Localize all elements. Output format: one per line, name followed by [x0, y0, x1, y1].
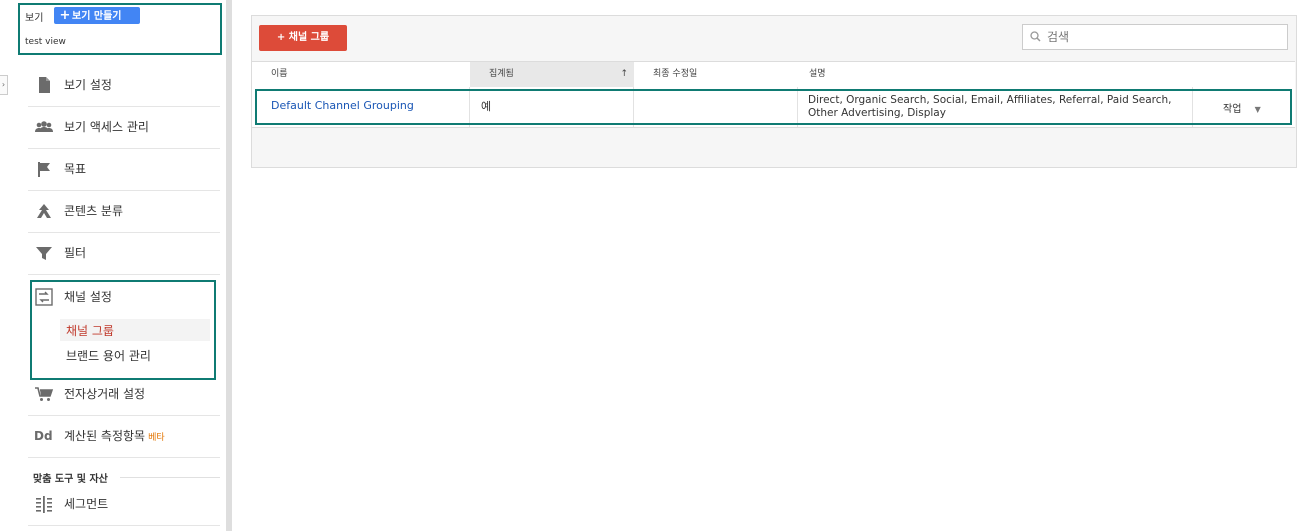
sidebar-subitem-channel-groups[interactable]: 채널 그룹	[66, 322, 114, 339]
section-divider	[120, 477, 220, 478]
sidebar-item-label: 목표	[64, 162, 87, 176]
sort-ascending-icon: ↑	[620, 69, 628, 79]
sidebar-item-view-settings[interactable]: 보기 설정	[28, 64, 220, 107]
segment-icon	[36, 496, 52, 513]
flag-icon	[38, 162, 50, 177]
create-view-button[interactable]: + 보기 만들기	[54, 7, 140, 24]
view-name: test view	[25, 37, 66, 47]
dd-icon: Dd	[34, 429, 53, 443]
search-input[interactable]	[1045, 27, 1281, 47]
sidebar-subitem-brand-terms[interactable]: 브랜드 용어 관리	[66, 347, 151, 364]
beta-badge: 베타	[148, 433, 165, 443]
column-header-description[interactable]: 설명	[790, 62, 1190, 87]
column-header-aggregated[interactable]: 집계됨 ↑	[470, 62, 634, 87]
sidebar-item-label: 보기 액세스 관리	[64, 120, 149, 134]
users-icon	[35, 121, 53, 132]
search-box[interactable]	[1022, 24, 1288, 50]
sidebar-item-channel-settings[interactable]: 채널 설정	[28, 284, 208, 310]
search-icon	[1030, 31, 1041, 42]
cart-icon	[35, 387, 54, 401]
document-icon	[39, 77, 50, 93]
column-header-name[interactable]: 이름	[252, 62, 470, 87]
sidebar-item-ecommerce[interactable]: 전자상거래 설정	[28, 373, 220, 416]
sidebar-item-label: 채널 설정	[64, 290, 112, 304]
channel-settings-icon	[35, 288, 53, 306]
sidebar-item-label: 계산된 측정항목	[64, 429, 146, 443]
filter-icon	[36, 247, 52, 260]
sidebar-item-view-access[interactable]: 보기 액세스 관리	[28, 106, 220, 149]
sidebar-item-content-grouping[interactable]: 콘텐츠 분류	[28, 190, 220, 233]
sidebar-item-goals[interactable]: 목표	[28, 148, 220, 191]
sidebar-item-segments[interactable]: 세그먼트	[28, 483, 220, 526]
content-grouping-icon	[37, 204, 51, 218]
plus-icon: +	[59, 8, 71, 23]
sidebar-item-label: 전자상거래 설정	[64, 387, 146, 401]
column-header-label: 집계됨	[489, 69, 514, 79]
collapse-handle[interactable]: ›	[0, 75, 8, 95]
sidebar-item-calculated-metrics[interactable]: Dd 계산된 측정항목 베타	[28, 415, 220, 458]
view-label: 보기	[25, 13, 44, 24]
sidebar-divider	[226, 0, 232, 531]
sidebar-item-label: 필터	[64, 246, 87, 260]
sidebar-item-label-wrap: 계산된 측정항목 베타	[64, 427, 165, 444]
row-highlight	[255, 89, 1292, 125]
column-header-last-modified[interactable]: 최종 수정일	[634, 62, 790, 87]
sidebar-item-label: 콘텐츠 분류	[64, 204, 124, 218]
table-header: 이름 집계됨 ↑ 최종 수정일 설명	[252, 61, 1295, 88]
sidebar-item-label: 세그먼트	[64, 497, 109, 511]
sidebar-item-label: 보기 설정	[64, 78, 112, 92]
create-view-label: 보기 만들기	[72, 11, 122, 22]
add-channel-group-button[interactable]: + 채널 그룹	[259, 25, 347, 51]
sidebar-item-filters[interactable]: 필터	[28, 232, 220, 275]
